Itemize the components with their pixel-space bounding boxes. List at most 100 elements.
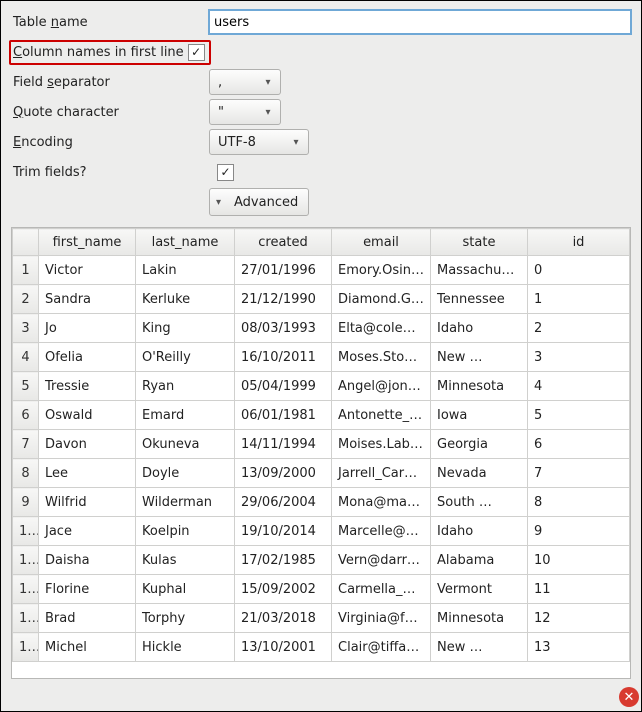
cell-first-name: Tressie xyxy=(39,372,136,401)
cell-email: Diamond.G… xyxy=(332,285,431,314)
quote-character-combo[interactable]: " ▾ xyxy=(209,99,281,125)
column-names-highlight: Column names in first line ✓ xyxy=(9,40,211,65)
cell-first-name: Ofelia xyxy=(39,343,136,372)
table-row[interactable]: 10JaceKoelpin19/10/2014Marcelle@…Idaho9 xyxy=(13,517,630,546)
cell-email: Carmella_… xyxy=(332,575,431,604)
column-header[interactable]: email xyxy=(332,229,431,256)
column-header[interactable]: first_name xyxy=(39,229,136,256)
encoding-label: Encoding xyxy=(11,135,209,150)
column-header[interactable]: created xyxy=(235,229,332,256)
row-number-cell[interactable]: 13 xyxy=(13,604,39,633)
column-names-checkbox[interactable]: ✓ xyxy=(188,44,205,61)
cell-id: 1 xyxy=(528,285,630,314)
table-name-row: Table name xyxy=(11,7,631,37)
trim-fields-checkbox[interactable]: ✓ xyxy=(217,164,234,181)
table-row[interactable]: 8LeeDoyle13/09/2000Jarrell_Car…Nevada7 xyxy=(13,459,630,488)
row-number-cell[interactable]: 9 xyxy=(13,488,39,517)
cell-state: Iowa xyxy=(431,401,528,430)
advanced-button[interactable]: ▾ Advanced xyxy=(209,188,309,216)
cell-state: New … xyxy=(431,343,528,372)
field-separator-combo[interactable]: , ▾ xyxy=(209,69,281,95)
encoding-combo[interactable]: UTF-8 ▾ xyxy=(209,129,309,155)
cell-first-name: Wilfrid xyxy=(39,488,136,517)
row-number-cell[interactable]: 3 xyxy=(13,314,39,343)
cell-email: Jarrell_Car… xyxy=(332,459,431,488)
cell-state: Idaho xyxy=(431,517,528,546)
quote-character-label: Quote character xyxy=(11,105,209,120)
column-names-row: Column names in first line ✓ xyxy=(11,37,631,67)
cell-first-name: Florine xyxy=(39,575,136,604)
table-row[interactable]: 2SandraKerluke21/12/1990Diamond.G…Tennes… xyxy=(13,285,630,314)
row-number-cell[interactable]: 4 xyxy=(13,343,39,372)
table-row[interactable]: 4OfeliaO'Reilly16/10/2011Moses.Stok…New … xyxy=(13,343,630,372)
cell-id: 10 xyxy=(528,546,630,575)
cell-email: Marcelle@… xyxy=(332,517,431,546)
cell-last-name: Torphy xyxy=(136,604,235,633)
chevron-down-icon: ▾ xyxy=(260,77,276,88)
cell-last-name: Koelpin xyxy=(136,517,235,546)
cell-first-name: Sandra xyxy=(39,285,136,314)
cell-first-name: Jace xyxy=(39,517,136,546)
cell-email: Clair@tiffa… xyxy=(332,633,431,662)
row-number-cell[interactable]: 6 xyxy=(13,401,39,430)
quote-character-row: Quote character " ▾ xyxy=(11,97,631,127)
table-row[interactable]: 11DaishaKulas17/02/1985Vern@darr…Alabama… xyxy=(13,546,630,575)
cell-state: Alabama xyxy=(431,546,528,575)
preview-table-container: first_name last_name created email state… xyxy=(11,227,631,679)
cell-id: 0 xyxy=(528,256,630,285)
cell-first-name: Oswald xyxy=(39,401,136,430)
cell-last-name: Lakin xyxy=(136,256,235,285)
table-row[interactable]: 3JoKing08/03/1993Elta@cole…Idaho2 xyxy=(13,314,630,343)
cell-state: Nevada xyxy=(431,459,528,488)
cell-created: 14/11/1994 xyxy=(235,430,332,459)
column-names-label: Column names in first line xyxy=(13,45,184,60)
cell-email: Elta@cole… xyxy=(332,314,431,343)
cell-created: 27/01/1996 xyxy=(235,256,332,285)
cell-created: 29/06/2004 xyxy=(235,488,332,517)
table-row[interactable]: 14MichelHickle13/10/2001Clair@tiffa…New … xyxy=(13,633,630,662)
cell-last-name: Hickle xyxy=(136,633,235,662)
cell-email: Moses.Stok… xyxy=(332,343,431,372)
row-number-cell[interactable]: 7 xyxy=(13,430,39,459)
row-number-cell[interactable]: 8 xyxy=(13,459,39,488)
cell-state: Minnesota xyxy=(431,372,528,401)
cell-created: 13/09/2000 xyxy=(235,459,332,488)
row-number-cell[interactable]: 11 xyxy=(13,546,39,575)
cell-first-name: Lee xyxy=(39,459,136,488)
table-row[interactable]: 6OswaldEmard06/01/1981Antonette_…Iowa5 xyxy=(13,401,630,430)
cell-id: 2 xyxy=(528,314,630,343)
cell-id: 13 xyxy=(528,633,630,662)
table-row[interactable]: 7DavonOkuneva14/11/1994Moises.Lab…Georgi… xyxy=(13,430,630,459)
cell-email: Moises.Lab… xyxy=(332,430,431,459)
table-row[interactable]: 5TressieRyan05/04/1999Angel@jon…Minnesot… xyxy=(13,372,630,401)
field-separator-label: Field separator xyxy=(11,75,209,90)
table-row[interactable]: 12FlorineKuphal15/09/2002Carmella_…Vermo… xyxy=(13,575,630,604)
column-header[interactable]: id xyxy=(528,229,630,256)
cell-id: 7 xyxy=(528,459,630,488)
column-header[interactable]: state xyxy=(431,229,528,256)
cell-last-name: King xyxy=(136,314,235,343)
cell-created: 15/09/2002 xyxy=(235,575,332,604)
table-row[interactable]: 1VictorLakin27/01/1996Emory.Osin…Massach… xyxy=(13,256,630,285)
table-row[interactable]: 9WilfridWilderman29/06/2004Mona@ma…South… xyxy=(13,488,630,517)
cell-created: 19/10/2014 xyxy=(235,517,332,546)
cell-created: 21/12/1990 xyxy=(235,285,332,314)
row-number-header[interactable] xyxy=(13,229,39,256)
cell-state: Massachus… xyxy=(431,256,528,285)
cell-state: Tennessee xyxy=(431,285,528,314)
table-row[interactable]: 13BradTorphy21/03/2018Virginia@f…Minneso… xyxy=(13,604,630,633)
error-icon[interactable]: ✕ xyxy=(619,687,639,707)
row-number-cell[interactable]: 2 xyxy=(13,285,39,314)
cell-created: 13/10/2001 xyxy=(235,633,332,662)
cell-first-name: Davon xyxy=(39,430,136,459)
trim-fields-row: Trim fields? ✓ xyxy=(11,157,631,187)
row-number-cell[interactable]: 12 xyxy=(13,575,39,604)
cell-email: Antonette_… xyxy=(332,401,431,430)
table-name-input[interactable] xyxy=(209,10,631,34)
row-number-cell[interactable]: 10 xyxy=(13,517,39,546)
row-number-cell[interactable]: 5 xyxy=(13,372,39,401)
row-number-cell[interactable]: 1 xyxy=(13,256,39,285)
cell-last-name: Doyle xyxy=(136,459,235,488)
row-number-cell[interactable]: 14 xyxy=(13,633,39,662)
column-header[interactable]: last_name xyxy=(136,229,235,256)
